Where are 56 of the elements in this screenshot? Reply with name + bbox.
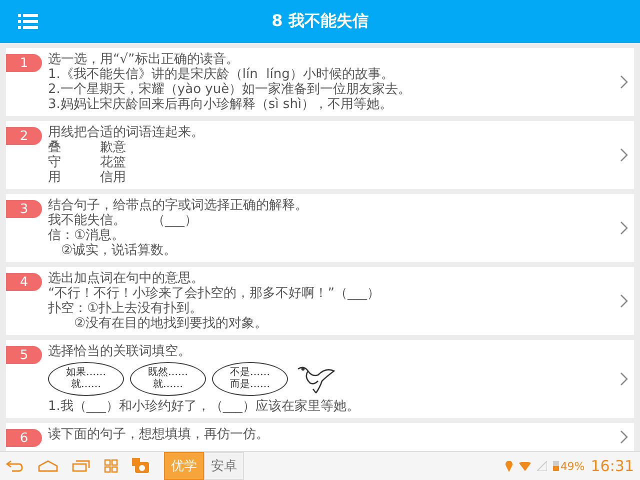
- question-text: 选一选，用“√”标出正确的读音。: [48, 52, 240, 67]
- page-title: 8 我不能失信: [272, 11, 368, 32]
- question-text: 读下面的句子，想想填填，再仿一仿。: [48, 427, 269, 442]
- question-text: ②诚实，说话算数。: [60, 243, 178, 258]
- clock-time: 16:31: [590, 457, 634, 475]
- location-icon: [505, 460, 514, 472]
- question-text: 3.妈妈让宋庆龄回来后再向小珍解释（sì shì），不用等她。: [48, 97, 394, 112]
- home-icon[interactable]: [38, 460, 58, 472]
- question-text: 扑空：①扑上去没有扑到。: [48, 301, 204, 316]
- chevron-right-icon[interactable]: [620, 75, 628, 89]
- question-text: “不行！不行！小珍来了会扑空的，那多不好啊！”（___）: [48, 286, 380, 301]
- question-text: 我不能失信。 （___）: [48, 213, 198, 228]
- wifi-icon: [519, 462, 532, 470]
- question-text: 1.我（___）和小珍约好了，（___）应该在家里等她。: [48, 399, 360, 414]
- question-card[interactable]: 5 选择恰当的关联词填空。 如果…… 就…… 既然…… 就…… 不是…… 而是…… 1.我（___）和小珍约好了，（___）应该在家里等她。: [6, 340, 634, 418]
- question-number: 3: [6, 200, 42, 218]
- word-option: 用: [48, 170, 100, 185]
- question-text: 用线把合适的词语连起来。: [48, 125, 204, 140]
- question-card[interactable]: 4 选出加点词在句中的意思。 “不行！不行！小珍来了会扑空的，那多不好啊！”（___） 扑空：①扑上去没有扑到。 ②没有在目的地找到要找的对象。: [6, 267, 634, 335]
- word-option: 花篮: [100, 155, 126, 170]
- app-tab[interactable]: 安卓: [204, 452, 244, 480]
- question-card[interactable]: 2 用线把合适的词语连起来。 叠 歉意 守 花篮 用 信用: [6, 121, 634, 189]
- recent-apps-icon[interactable]: [72, 460, 90, 472]
- question-text: ②没有在目的地找到要找的对象。: [73, 316, 269, 331]
- question-number: 1: [6, 54, 42, 72]
- question-card[interactable]: 3 结合句子，给带点的字或词选择正确的解释。 我不能失信。 （___） 信：①消息。 ②诚实，说话算数。: [6, 194, 634, 262]
- question-number: 6: [6, 429, 42, 447]
- menu-icon[interactable]: [18, 14, 38, 30]
- word-option: 歉意: [100, 140, 126, 155]
- signal-icon: [537, 461, 548, 471]
- question-text: 结合句子，给带点的字或词选择正确的解释。: [48, 198, 308, 213]
- chevron-right-icon[interactable]: [620, 294, 628, 308]
- question-card[interactable]: 6 读下面的句子，想想填填，再仿一仿。: [6, 423, 634, 451]
- chevron-right-icon[interactable]: [620, 430, 628, 444]
- back-icon[interactable]: [6, 460, 24, 472]
- conjunction-oval: 不是…… 而是……: [212, 362, 288, 396]
- question-text: 选择恰当的关联词填空。: [48, 344, 192, 359]
- conjunction-oval: 如果…… 就……: [48, 362, 124, 396]
- question-text: 1.《我不能失信》讲的是宋庆龄（lín líng）小时候的故事。: [48, 67, 395, 82]
- grid-icon[interactable]: [104, 459, 118, 473]
- question-number: 5: [6, 346, 42, 364]
- chevron-right-icon[interactable]: [620, 372, 628, 386]
- chevron-right-icon[interactable]: [620, 148, 628, 162]
- question-number: 2: [6, 127, 42, 145]
- question-text: 选出加点词在句中的意思。: [48, 271, 205, 286]
- question-card[interactable]: 1 选一选，用“√”标出正确的读音。 1.《我不能失信》讲的是宋庆龄（lín líng）小时候的故事。 2.一个星期天，宋耀（yào yuè）如一家准备到一位朋友家去。 3.妈妈让宋庆龄回来后再向小珍解释（sì shì），不用等她。: [6, 48, 634, 116]
- question-number: 4: [6, 273, 42, 291]
- question-text: 2.一个星期天，宋耀（yào yuè）如一家准备到一位朋友家去。: [48, 82, 412, 97]
- battery-indicator: 49%: [553, 460, 585, 472]
- chevron-right-icon[interactable]: [620, 221, 628, 235]
- conjunction-oval: 既然…… 就……: [130, 362, 206, 396]
- question-text: 信：①消息。: [48, 228, 126, 243]
- word-option: 守: [48, 155, 100, 170]
- word-option: 叠: [48, 140, 100, 155]
- word-option: 信用: [100, 170, 126, 185]
- camera-icon[interactable]: [132, 458, 150, 474]
